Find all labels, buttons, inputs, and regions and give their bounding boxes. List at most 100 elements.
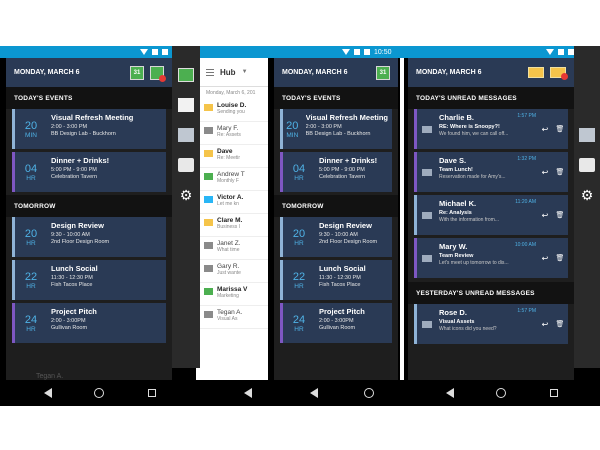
- back-icon[interactable]: [446, 388, 454, 398]
- checkmark-icon[interactable]: [178, 128, 194, 142]
- mail-icon[interactable]: [178, 98, 194, 112]
- hub-list-item[interactable]: Tegan A. Visual As: [200, 306, 268, 329]
- trash-icon[interactable]: 🗑: [556, 254, 565, 262]
- home-icon[interactable]: [94, 388, 104, 398]
- calendar-icon[interactable]: 31: [130, 65, 144, 80]
- reply-all-icon[interactable]: ↩: [542, 125, 549, 134]
- message-subject: RE: Where is Snoopy?!: [439, 124, 500, 130]
- chevron-down-icon[interactable]: ▼: [242, 69, 248, 75]
- menu-icon[interactable]: [206, 68, 214, 76]
- event-details: Visual Refresh Meeting 2:00 - 3:00 PM BB D…: [302, 109, 392, 149]
- envelope-icon: [204, 219, 213, 226]
- event-card[interactable]: 24 HR Project Pitch 2:00 - 3:00PM Gullivan R…: [12, 303, 166, 343]
- message-time: 1:57 PM: [517, 308, 536, 314]
- event-card[interactable]: 22 HR Lunch Social 11:30 - 12:30 PM Fish Tac…: [280, 260, 392, 300]
- countdown-unit: HR: [294, 325, 304, 333]
- envelope-icon: [422, 211, 432, 219]
- hub-list-item[interactable]: Marissa V Marketing: [200, 283, 268, 306]
- calendar-icon[interactable]: 31: [376, 65, 390, 80]
- events-panel-3: MONDAY, MARCH 6 31 TODAY'S EVENTS 20 MIN V…: [274, 58, 398, 380]
- open-envelope-icon: [204, 242, 213, 249]
- event-time-range: 2:00 - 3:00PM: [319, 318, 354, 324]
- back-icon[interactable]: [310, 388, 318, 398]
- message-card[interactable]: Charlie B. 1:57 PM RE: Where is Snoopy?! We…: [414, 109, 568, 149]
- hub-list-item[interactable]: Dave Re: Meetir: [200, 145, 268, 168]
- message-actions: ↩ 🗑: [538, 238, 568, 278]
- reply-all-icon[interactable]: ↩: [542, 168, 549, 177]
- event-card[interactable]: 20 HR Design Review 9:30 - 10:00 AM 2nd Floo…: [12, 217, 166, 257]
- event-card[interactable]: 22 HR Lunch Social 11:30 - 12:30 PM Fish Tac…: [12, 260, 166, 300]
- event-location: Gullivan Room: [319, 325, 356, 331]
- event-title: Visual Refresh Meeting: [51, 113, 134, 122]
- hub-list-item[interactable]: Janet Z. What time: [200, 237, 268, 260]
- event-countdown: 24 HR: [283, 303, 315, 343]
- reply-all-icon[interactable]: ↩: [542, 254, 549, 263]
- back-icon[interactable]: [44, 388, 52, 398]
- countdown-number: 04: [24, 162, 38, 175]
- gear-icon[interactable]: ⚙: [180, 188, 193, 202]
- recents-icon[interactable]: [148, 389, 156, 397]
- home-icon[interactable]: [364, 388, 374, 398]
- gear-icon[interactable]: ⚙: [581, 188, 594, 202]
- signal-icon: [558, 49, 564, 55]
- hub-list-item[interactable]: Gary R. Just wante: [200, 260, 268, 283]
- message-card[interactable]: Dave S. 1:32 PM Team Lunch! Reservation mad…: [414, 152, 568, 192]
- event-card[interactable]: 20 HR Design Review 9:30 - 10:00 AM 2nd Floo…: [280, 217, 392, 257]
- event-card[interactable]: 24 HR Project Pitch 2:00 - 3:00PM Gullivan R…: [280, 303, 392, 343]
- hub-item-name: Marissa V: [217, 286, 248, 293]
- trash-icon[interactable]: 🗑: [556, 168, 565, 176]
- event-title: Project Pitch: [51, 307, 97, 316]
- contact-icon[interactable]: [178, 158, 194, 172]
- hub-list-item[interactable]: Andrew T Monthly F: [200, 168, 268, 191]
- hub-list-item[interactable]: Louise D. Sending you: [200, 99, 268, 122]
- hub-item-name: Victor A.: [217, 194, 244, 201]
- message-details: Rose D. 1:57 PM Visual Assets What icons di…: [437, 304, 538, 344]
- envelope-icon: [204, 104, 213, 111]
- messages-panel: MONDAY, MARCH 6 TODAY'S UNREAD MESSAGES …: [408, 58, 574, 380]
- reply-all-icon[interactable]: ↩: [542, 211, 549, 220]
- message-time: 1:57 PM: [517, 113, 536, 119]
- checkmark-icon[interactable]: [579, 128, 595, 142]
- wifi-icon: [342, 49, 350, 55]
- envelope-icon[interactable]: [528, 67, 544, 78]
- event-title: Lunch Social: [319, 264, 366, 273]
- recents-icon[interactable]: [550, 389, 558, 397]
- countdown-number: 20: [292, 227, 306, 240]
- event-countdown: 22 HR: [283, 260, 315, 300]
- trash-icon[interactable]: 🗑: [556, 320, 565, 328]
- hub-item-name: Janet Z.: [217, 240, 241, 247]
- hub-item-subject: Business I: [217, 224, 241, 230]
- contact-icon[interactable]: [579, 158, 595, 172]
- message-sender: Rose D.: [439, 308, 467, 317]
- event-card[interactable]: 04 HR Dinner + Drinks! 5:00 PM - 9:00 PM Cel…: [12, 152, 166, 192]
- reply-all-icon[interactable]: ↩: [542, 320, 549, 329]
- home-icon[interactable]: [496, 388, 506, 398]
- message-card[interactable]: Rose D. 1:57 PM Visual Assets What icons di…: [414, 304, 568, 344]
- calendar-alert-icon[interactable]: [150, 65, 166, 82]
- event-location: 2nd Floor Design Room: [51, 239, 110, 245]
- event-card[interactable]: 20 MIN Visual Refresh Meeting 2:00 - 3:00 P…: [12, 109, 166, 149]
- wifi-icon: [546, 49, 554, 55]
- trash-icon[interactable]: 🗑: [556, 125, 565, 133]
- event-card[interactable]: 04 HR Dinner + Drinks! 5:00 PM - 9:00 PM Cel…: [280, 152, 392, 192]
- event-card[interactable]: 20 MIN Visual Refresh Meeting 2:00 - 3:00 P…: [280, 109, 392, 149]
- event-countdown: 04 HR: [283, 152, 315, 192]
- back-icon[interactable]: [244, 388, 252, 398]
- trash-icon[interactable]: 🗑: [556, 211, 565, 219]
- event-location: Celebration Tavern: [51, 174, 98, 180]
- hub-list-item[interactable]: Mary F. Re: Assets: [200, 122, 268, 145]
- hub-list-item[interactable]: Victor A. Let me kn: [200, 191, 268, 214]
- calendar-icon[interactable]: [178, 68, 194, 82]
- message-card[interactable]: Michael K. 11:20 AM Re: Analysis With the i…: [414, 195, 568, 235]
- event-title: Lunch Social: [51, 264, 98, 273]
- hub-item-name: Gary R.: [217, 263, 240, 270]
- open-envelope-icon: [204, 311, 213, 318]
- message-card[interactable]: Mary W. 10:00 AM Team Review Let's meet up …: [414, 238, 568, 278]
- hub-list-item[interactable]: Clare M. Business I: [200, 214, 268, 237]
- envelope-alert-icon[interactable]: [550, 67, 568, 80]
- message-preview: What icons did you need?: [439, 326, 497, 332]
- hub-date: Monday, March 6, 201: [206, 90, 256, 96]
- countdown-unit: MIN: [286, 131, 299, 139]
- hub-item-subject: Visual As: [217, 316, 238, 322]
- event-details: Project Pitch 2:00 - 3:00PM Gullivan Room: [315, 303, 392, 343]
